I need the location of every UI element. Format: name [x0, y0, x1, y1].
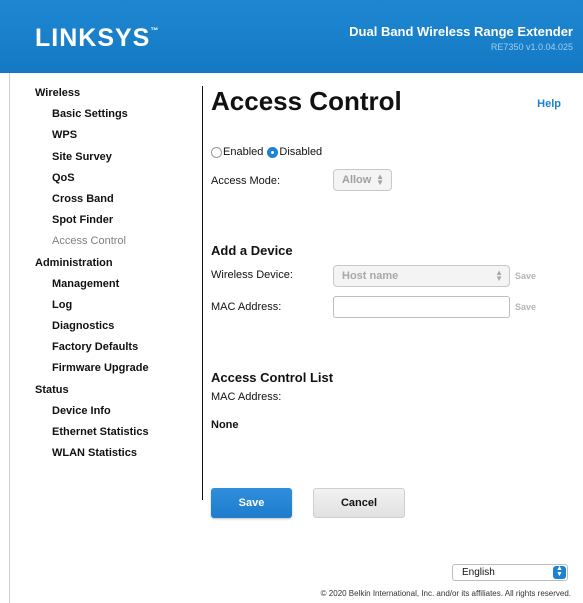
select-arrows-icon: ▲ ▼ — [553, 565, 566, 579]
header-bar: LINKSYS™ Dual Band Wireless Range Extend… — [0, 0, 583, 73]
save-mac-link[interactable]: Save — [515, 302, 536, 312]
nav-section-administration[interactable]: Administration — [35, 256, 195, 277]
access-mode-select[interactable]: Allow ▲ ▼ — [333, 169, 392, 191]
nav-item-factory-defaults[interactable]: Factory Defaults — [35, 340, 195, 361]
nav-item-wps[interactable]: WPS — [35, 128, 195, 149]
enabled-label: Enabled — [223, 146, 264, 158]
help-link[interactable]: Help — [537, 98, 561, 110]
access-list-empty: None — [211, 419, 239, 431]
nav-item-site-survey[interactable]: Site Survey — [35, 150, 195, 171]
nav-item-ethernet-statistics[interactable]: Ethernet Statistics — [35, 425, 195, 446]
nav-item-cross-band[interactable]: Cross Band — [35, 192, 195, 213]
sidebar-nav: Wireless Basic Settings WPS Site Survey … — [35, 86, 195, 467]
nav-item-diagnostics[interactable]: Diagnostics — [35, 319, 195, 340]
language-select[interactable]: English ▲ ▼ — [452, 564, 568, 581]
list-mac-address-label: MAC Address: — [211, 391, 282, 403]
frame-border — [9, 73, 10, 603]
disabled-radio[interactable] — [267, 146, 279, 158]
wireless-device-select[interactable]: Host name ▲ ▼ — [333, 265, 510, 287]
add-device-heading: Add a Device — [211, 243, 293, 258]
enabled-radio[interactable] — [211, 146, 222, 158]
nav-item-basic-settings[interactable]: Basic Settings — [35, 107, 195, 128]
copyright: © 2020 Belkin International, Inc. and/or… — [320, 589, 571, 598]
nav-item-access-control[interactable]: Access Control — [35, 234, 195, 255]
select-arrows-icon: ▲ ▼ — [495, 268, 503, 283]
linksys-logo: LINKSYS™ — [35, 24, 160, 52]
nav-section-wireless[interactable]: Wireless — [35, 86, 195, 107]
nav-item-qos[interactable]: QoS — [35, 171, 195, 192]
content-divider — [202, 86, 203, 500]
select-arrows-icon: ▲ ▼ — [376, 172, 384, 187]
access-control-toggle: Enabled Disabled — [211, 146, 326, 158]
nav-item-device-info[interactable]: Device Info — [35, 404, 195, 425]
disabled-label: Disabled — [279, 146, 323, 158]
product-name: Dual Band Wireless Range Extender — [349, 24, 573, 39]
save-button[interactable]: Save — [211, 488, 292, 518]
firmware-version: RE7350 v1.0.04.025 — [490, 42, 573, 52]
wireless-device-label: Wireless Device: — [211, 269, 293, 281]
nav-item-spot-finder[interactable]: Spot Finder — [35, 213, 195, 234]
nav-item-log[interactable]: Log — [35, 298, 195, 319]
mac-address-input[interactable] — [333, 296, 510, 318]
access-control-list-heading: Access Control List — [211, 370, 334, 385]
page-title: Access Control — [211, 86, 402, 116]
mac-address-label: MAC Address: — [211, 301, 282, 313]
cancel-button[interactable]: Cancel — [313, 488, 405, 518]
nav-item-wlan-statistics[interactable]: WLAN Statistics — [35, 446, 195, 467]
nav-item-firmware-upgrade[interactable]: Firmware Upgrade — [35, 361, 195, 382]
nav-item-management[interactable]: Management — [35, 277, 195, 298]
access-mode-label: Access Mode: — [211, 175, 281, 187]
save-device-link[interactable]: Save — [515, 271, 536, 281]
nav-section-status[interactable]: Status — [35, 383, 195, 404]
